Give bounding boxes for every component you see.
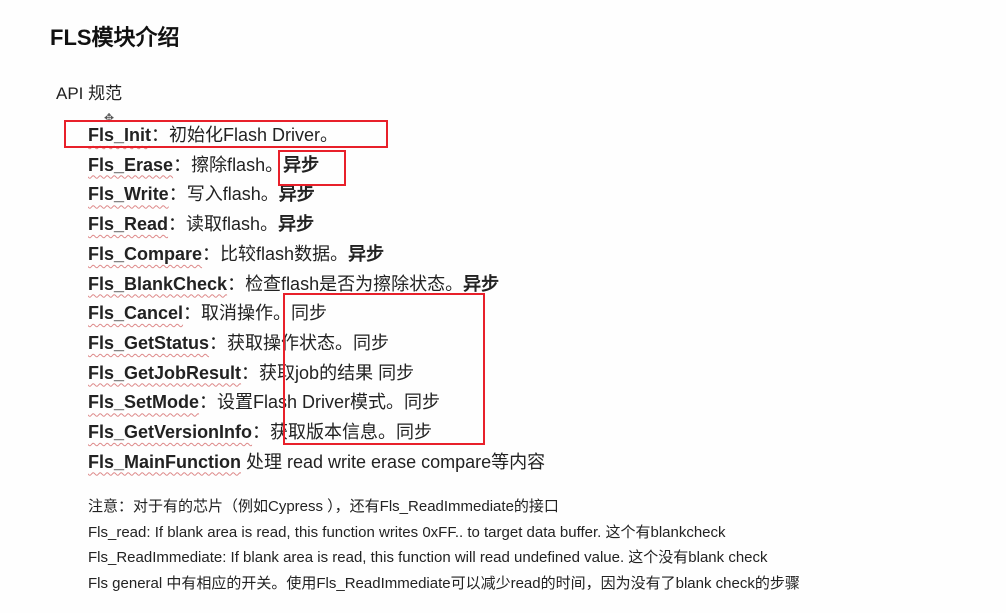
api-separator: ： (252, 422, 271, 442)
highlight-box-init (64, 120, 388, 148)
note-line: 注意：对于有的芯片（例如Cypress ），还有Fls_ReadImmediat… (88, 498, 559, 515)
api-name: Fls_Erase (88, 154, 174, 175)
api-mode: 异步 (463, 273, 500, 294)
api-separator: ： (227, 273, 246, 294)
api-description: 取消操作。 (201, 303, 292, 324)
api-name: Fls_SetMode (88, 392, 200, 413)
api-description: 比较flash数据。 (220, 243, 349, 264)
api-mode: 异步 (278, 214, 315, 235)
api-item: Fls_MainFunction 处理 read write erase com… (88, 451, 545, 473)
note-line: Fls general 中有相应的开关。使用Fls_ReadImmediate可… (88, 575, 800, 593)
api-item: Fls_Compare：比较flash数据。异步 (88, 243, 384, 265)
note-line: Fls_ReadImmediate: If blank area is read… (88, 549, 768, 567)
api-mode: 异步 (348, 243, 385, 264)
page-title: FLS模块介绍 (50, 25, 180, 50)
highlight-box-async (278, 150, 346, 186)
api-item: Fls_BlankCheck：检查flash是否为擦除状态。异步 (88, 273, 499, 295)
api-description: 写入flash。 (186, 184, 279, 205)
api-separator: ： (183, 303, 202, 324)
api-mode: 异步 (278, 184, 315, 205)
api-name: Fls_MainFunction (88, 451, 241, 472)
api-description: 检查flash是否为擦除状态。 (245, 273, 464, 294)
api-name: Fls_GetVersionInfo (88, 422, 253, 442)
api-name: Fls_Write (88, 184, 169, 205)
api-separator: ： (168, 184, 187, 205)
api-description: 擦除flash。 (191, 154, 284, 175)
api-separator: ： (241, 362, 260, 383)
api-separator: ： (168, 214, 187, 235)
note-line: Fls_read: If blank area is read, this fu… (88, 523, 726, 541)
api-separator: ： (209, 332, 228, 353)
section-subtitle: API 规范 (56, 84, 123, 103)
api-name: Fls_Compare (88, 243, 203, 264)
api-description: 处理 read write erase compare等内容 (246, 451, 546, 472)
api-separator: ： (202, 243, 221, 264)
api-name: Fls_Cancel (88, 303, 184, 324)
highlight-box-sync (283, 293, 485, 445)
api-name: Fls_BlankCheck (88, 273, 228, 294)
api-name: Fls_GetStatus (88, 332, 210, 353)
api-name: Fls_GetJobResult (88, 362, 242, 383)
api-separator: ： (173, 154, 192, 175)
api-name: Fls_Read (88, 214, 169, 235)
api-item: Fls_Read：读取flash。异步 (88, 213, 314, 235)
api-separator: ： (199, 392, 218, 413)
api-item: Fls_Write：写入flash。异步 (88, 183, 315, 205)
api-description: 读取flash。 (186, 214, 279, 235)
